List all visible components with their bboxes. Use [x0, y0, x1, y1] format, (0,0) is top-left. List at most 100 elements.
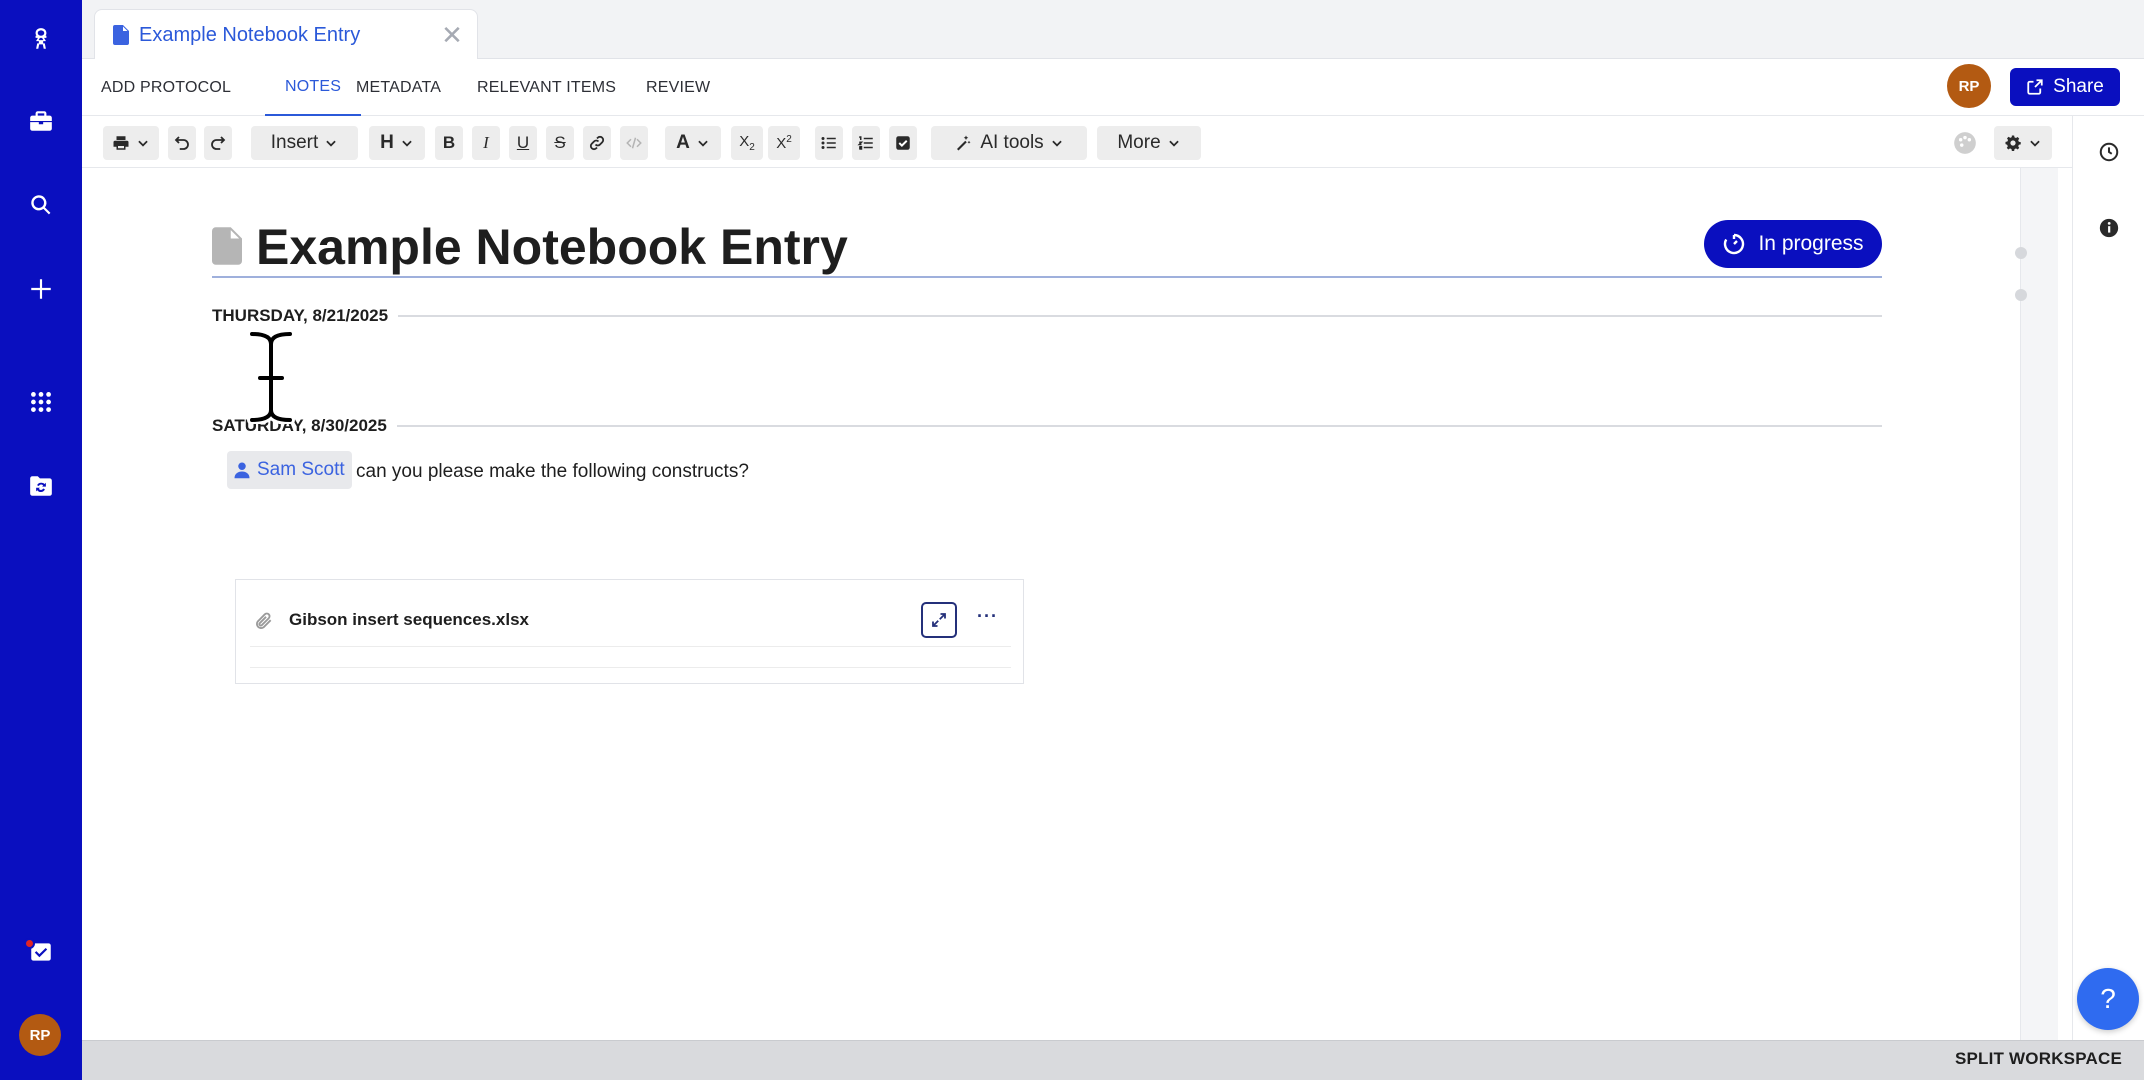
strikethrough-button[interactable]: S	[546, 126, 574, 160]
paperclip-icon	[256, 612, 272, 629]
tasks-icon[interactable]	[0, 925, 82, 979]
link-button[interactable]	[583, 126, 611, 160]
progress-icon	[1724, 233, 1745, 255]
date-header: SATURDAY, 8/30/2025	[212, 414, 1882, 438]
help-button[interactable]: ?	[2077, 968, 2139, 1030]
underline-button[interactable]: U	[509, 126, 537, 160]
briefcase-icon[interactable]	[0, 94, 82, 148]
underline-icon: U	[516, 133, 530, 152]
superscript-button[interactable]: X2	[768, 126, 800, 160]
magic-wand-icon	[957, 135, 971, 151]
tab-notes[interactable]: NOTES	[265, 59, 362, 116]
expand-icon	[932, 613, 946, 627]
theme-button[interactable]	[1949, 126, 1981, 160]
subscript-button[interactable]: X2	[731, 126, 763, 160]
status-label: In progress	[1758, 232, 1864, 255]
palette-icon	[1954, 132, 1976, 154]
external-link-icon	[2027, 79, 2043, 95]
more-dropdown[interactable]: More	[1097, 126, 1201, 160]
numbered-list-icon	[857, 136, 873, 150]
italic-icon: I	[483, 133, 489, 152]
chevron-down-icon	[1051, 140, 1062, 147]
account-avatar[interactable]: RP	[19, 1014, 61, 1056]
entry-title[interactable]: Example Notebook Entry	[256, 218, 848, 276]
insert-dropdown[interactable]: Insert	[251, 126, 358, 160]
checklist-button[interactable]	[889, 126, 917, 160]
plus-icon[interactable]	[0, 262, 82, 316]
font-color-label: A	[676, 132, 690, 153]
share-button[interactable]: Share	[2010, 68, 2120, 106]
code-icon	[626, 137, 642, 149]
date-label: THURSDAY, 8/21/2025	[212, 306, 389, 325]
ai-tools-label: AI tools	[980, 132, 1044, 153]
bottom-bar: SPLIT WORKSPACE	[82, 1040, 2144, 1080]
outline-marker[interactable]	[2015, 289, 2027, 301]
chevron-down-icon	[326, 140, 336, 147]
info-icon[interactable]	[2095, 214, 2123, 242]
document-tab-strip: Example Notebook Entry ✕	[82, 0, 2144, 60]
search-icon[interactable]	[0, 178, 82, 232]
user-mention[interactable]: Sam Scott	[227, 451, 352, 489]
tab-review[interactable]: REVIEW	[646, 59, 710, 116]
attachment-file-name[interactable]: Gibson insert sequences.xlsx	[289, 610, 529, 630]
user-avatar[interactable]: RP	[1947, 64, 1991, 108]
undo-icon	[174, 136, 189, 150]
insert-label: Insert	[270, 132, 319, 153]
mention-name: Sam Scott	[257, 459, 345, 480]
split-workspace-button[interactable]: SPLIT WORKSPACE	[1955, 1049, 2122, 1069]
checkbox-icon	[896, 136, 910, 150]
date-divider	[398, 315, 1882, 317]
right-sidebar	[2072, 116, 2144, 1040]
redo-button[interactable]	[204, 126, 232, 160]
document-tab[interactable]: Example Notebook Entry ✕	[94, 9, 478, 60]
text-cursor-icon	[247, 330, 295, 424]
sync-folder-icon[interactable]	[0, 459, 82, 513]
document-icon	[113, 25, 129, 45]
italic-button[interactable]: I	[472, 126, 500, 160]
undo-button[interactable]	[168, 126, 196, 160]
chevron-down-icon	[138, 140, 148, 147]
apps-grid-icon[interactable]	[0, 375, 82, 429]
superscript-icon: X2	[776, 134, 792, 152]
expand-button[interactable]	[921, 602, 957, 638]
gear-icon	[2005, 135, 2021, 151]
ai-tools-dropdown[interactable]: AI tools	[931, 126, 1087, 160]
attachment-card[interactable]: Gibson insert sequences.xlsx ···	[235, 579, 1024, 684]
chevron-down-icon	[698, 140, 708, 147]
tab-add-protocol[interactable]: ADD PROTOCOL	[101, 59, 231, 116]
bullet-list-button[interactable]	[815, 126, 843, 160]
font-color-dropdown[interactable]: A	[665, 126, 721, 160]
bullet-list-icon	[821, 137, 836, 149]
title-divider	[212, 276, 1882, 278]
history-icon[interactable]	[2095, 138, 2123, 166]
left-nav-rail: RP	[0, 0, 82, 1080]
document-tab-title: Example Notebook Entry	[139, 23, 361, 46]
date-divider	[396, 425, 1882, 427]
editor-toolbar: Insert H B I U S A X2 X2 AI tools More	[82, 116, 2072, 168]
bold-icon: B	[442, 133, 456, 152]
numbered-list-button[interactable]	[852, 126, 880, 160]
date-label: SATURDAY, 8/30/2025	[212, 416, 387, 435]
editor-scrollbar[interactable]	[2020, 168, 2058, 1040]
date-header: THURSDAY, 8/21/2025	[212, 304, 1882, 328]
print-button[interactable]	[103, 126, 159, 160]
person-icon	[234, 462, 250, 479]
close-tab-icon[interactable]: ✕	[439, 22, 465, 48]
more-options-button[interactable]: ···	[977, 606, 998, 627]
settings-dropdown[interactable]	[1994, 126, 2052, 160]
chevron-down-icon	[402, 140, 412, 147]
more-label: More	[1117, 132, 1161, 153]
tab-metadata[interactable]: METADATA	[356, 59, 441, 116]
tab-relevant-items[interactable]: RELEVANT ITEMS	[477, 59, 616, 116]
heading-dropdown[interactable]: H	[369, 126, 425, 160]
heading-label: H	[380, 132, 394, 153]
status-button[interactable]: In progress	[1704, 220, 1882, 268]
section-tabs: ADD PROTOCOL NOTES METADATA RELEVANT ITE…	[82, 59, 2144, 116]
app-logo-icon[interactable]	[0, 12, 82, 66]
chevron-down-icon	[2030, 140, 2040, 147]
code-button[interactable]	[620, 126, 648, 160]
outline-marker[interactable]	[2015, 247, 2027, 259]
note-text[interactable]: can you please make the following constr…	[356, 461, 749, 483]
redo-icon	[211, 136, 226, 150]
bold-button[interactable]: B	[435, 126, 463, 160]
